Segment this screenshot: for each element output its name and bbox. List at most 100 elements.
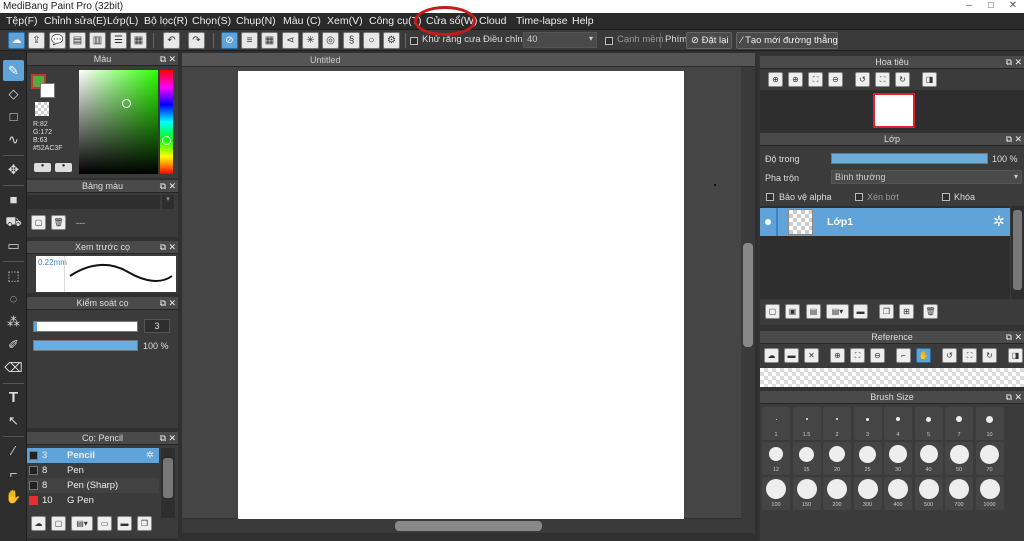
layer-list-scrollbar[interactable] xyxy=(1011,206,1024,299)
panel-close-icon[interactable]: ✕ xyxy=(168,180,176,193)
open-folder-icon[interactable]: ▬ xyxy=(784,348,799,363)
brush-size-cell[interactable]: 10 xyxy=(975,407,1004,440)
brush-size-cell[interactable]: 25 xyxy=(853,442,882,475)
zoom-out-icon[interactable]: ⊖ xyxy=(870,348,885,363)
menu-select[interactable]: Chọn(S) xyxy=(192,14,231,28)
document-tab[interactable] xyxy=(182,53,755,67)
layer-folder-icon[interactable]: ▬ xyxy=(853,304,868,319)
flip-icon[interactable]: ◨ xyxy=(1008,348,1023,363)
navigator-viewport[interactable] xyxy=(873,93,915,128)
dot-tool-icon[interactable]: ∿ xyxy=(3,129,24,150)
brush-size-cell[interactable]: 500 xyxy=(914,477,943,510)
panel-close-icon[interactable]: ✕ xyxy=(1014,331,1022,344)
gear-icon[interactable]: ✲ xyxy=(146,448,154,463)
eraser-tool-icon[interactable]: ◇ xyxy=(3,83,24,104)
menu-layer[interactable]: Lớp(L) xyxy=(107,14,138,28)
brush-size-cell[interactable]: 3 xyxy=(853,407,882,440)
select-eraser-tool-icon[interactable]: ⌫ xyxy=(3,357,24,378)
sv-cursor[interactable] xyxy=(122,99,131,108)
select-tool-icon[interactable]: ⬚ xyxy=(3,265,24,286)
redo-icon[interactable]: ↷ xyxy=(188,32,205,49)
rotate-left-icon[interactable]: ↺ xyxy=(855,72,870,87)
undo-icon[interactable]: ↶ xyxy=(163,32,180,49)
reset-button[interactable]: ⊘ Đặt lại xyxy=(686,32,732,49)
reference-canvas[interactable] xyxy=(760,368,1024,387)
palette-swatch-area[interactable] xyxy=(27,195,160,209)
antialias-checkbox[interactable] xyxy=(410,37,418,45)
brush-size-value[interactable]: 3 xyxy=(144,319,170,333)
document-icon[interactable]: ▥ xyxy=(89,32,106,49)
panel-close-icon[interactable]: ✕ xyxy=(168,53,176,66)
popout-icon[interactable]: ⧉ xyxy=(160,241,166,254)
popout-icon[interactable]: ⧉ xyxy=(160,180,166,193)
hue-cursor[interactable] xyxy=(162,136,171,145)
gradient-tool-icon[interactable]: ▭ xyxy=(3,235,24,256)
color-mode-icon[interactable]: ● xyxy=(34,163,51,172)
brush-size-cell[interactable]: 4 xyxy=(884,407,912,440)
brush-folder-icon[interactable]: ▬ xyxy=(117,516,132,531)
close-icon[interactable]: ✕ xyxy=(1002,0,1024,13)
select-pen-tool-icon[interactable]: ✐ xyxy=(3,334,24,355)
new-palette-icon[interactable]: ▢ xyxy=(31,215,46,230)
brush-opacity-slider[interactable] xyxy=(33,340,138,351)
concentric-snap-icon[interactable]: ◎ xyxy=(322,32,339,49)
close-reference-icon[interactable]: ✕ xyxy=(804,348,819,363)
chevron-down-icon[interactable]: ▾ xyxy=(162,195,174,209)
cloud-brush-icon[interactable]: ☁ xyxy=(31,516,46,531)
menu-file[interactable]: Tệp(F) xyxy=(6,14,38,28)
brush-size-cell[interactable]: 5 xyxy=(914,407,943,440)
snap-settings-icon[interactable]: ⚙ xyxy=(383,32,400,49)
trash-icon[interactable]: 🗑 xyxy=(51,215,66,230)
hand-tool-icon[interactable]: ✋ xyxy=(3,486,24,507)
fullscreen-icon[interactable]: ⛶ xyxy=(962,348,977,363)
rectangle-tool-icon[interactable]: □ xyxy=(3,106,24,127)
menu-cloud[interactable]: Cloud xyxy=(479,14,506,28)
brush-item-pen-sharp[interactable]: 8 Pen (Sharp) xyxy=(27,478,159,493)
brush-size-cell[interactable]: 150 xyxy=(792,477,821,510)
blend-mode-select[interactable]: Bình thường ▾ xyxy=(831,170,1022,184)
hue-slider[interactable] xyxy=(160,70,173,174)
rotate-left-icon[interactable]: ↺ xyxy=(942,348,957,363)
new-brush-icon[interactable]: ▢ xyxy=(51,516,66,531)
menu-color[interactable]: Màu (C) xyxy=(283,14,321,28)
page-icon[interactable]: ▤ xyxy=(69,32,86,49)
brush-size-cell[interactable]: 2 xyxy=(823,407,851,440)
panel-close-icon[interactable]: ✕ xyxy=(168,241,176,254)
new-line-button[interactable]: ∕ Tạo mới đường thẳng xyxy=(736,32,838,49)
duplicate-brush-icon[interactable]: ❐ xyxy=(137,516,152,531)
parallel-snap-icon[interactable]: ≡ xyxy=(241,32,258,49)
zoom-in-icon[interactable]: ⊕ xyxy=(768,72,783,87)
brush-tool-icon[interactable]: ✎ xyxy=(3,60,24,81)
merge-layer-icon[interactable]: ⊞ xyxy=(899,304,914,319)
brush-size-cell[interactable]: 400 xyxy=(884,477,912,510)
new-8bit-layer-icon[interactable]: ▤ xyxy=(806,304,821,319)
menu-filter[interactable]: Bộ lọc(R) xyxy=(144,14,188,28)
fit-icon[interactable]: ⛶ xyxy=(850,348,865,363)
brush-size-cell[interactable]: 1.5 xyxy=(792,407,821,440)
clipping-checkbox[interactable] xyxy=(855,193,863,201)
popout-icon[interactable]: ⧉ xyxy=(1006,331,1012,344)
circle-snap-icon[interactable]: ○ xyxy=(363,32,380,49)
panel-close-icon[interactable]: ✕ xyxy=(168,432,176,445)
brush-size-slider[interactable] xyxy=(33,321,138,332)
gear-icon[interactable]: ✲ xyxy=(993,213,1005,230)
brush-settings-icon[interactable]: ▭ xyxy=(97,516,112,531)
horizontal-scroll-thumb[interactable] xyxy=(395,521,542,531)
settings-list-icon[interactable]: ▦ xyxy=(130,32,147,49)
menu-edit[interactable]: Chỉnh sửa(E) xyxy=(44,14,106,28)
duplicate-layer-icon[interactable]: ❐ xyxy=(879,304,894,319)
hand-icon[interactable]: ✋ xyxy=(916,348,931,363)
brush-size-cell[interactable]: 15 xyxy=(792,442,821,475)
panel-close-icon[interactable]: ✕ xyxy=(1014,391,1022,404)
minimize-icon[interactable]: – xyxy=(958,0,980,13)
bucket-tool-icon[interactable]: ⛟ xyxy=(3,212,24,233)
protect-alpha-checkbox[interactable] xyxy=(766,193,774,201)
lock-checkbox[interactable] xyxy=(942,193,950,201)
eyedropper-icon[interactable]: ⌐ xyxy=(896,348,911,363)
transparent-swatch[interactable] xyxy=(35,102,49,116)
panel-close-icon[interactable]: ✕ xyxy=(168,297,176,310)
zoom-in-icon[interactable]: ⊕ xyxy=(788,72,803,87)
drawing-canvas[interactable] xyxy=(238,71,684,519)
menu-view[interactable]: Xem(V) xyxy=(327,14,363,28)
brush-size-cell[interactable]: 100 xyxy=(762,477,790,510)
